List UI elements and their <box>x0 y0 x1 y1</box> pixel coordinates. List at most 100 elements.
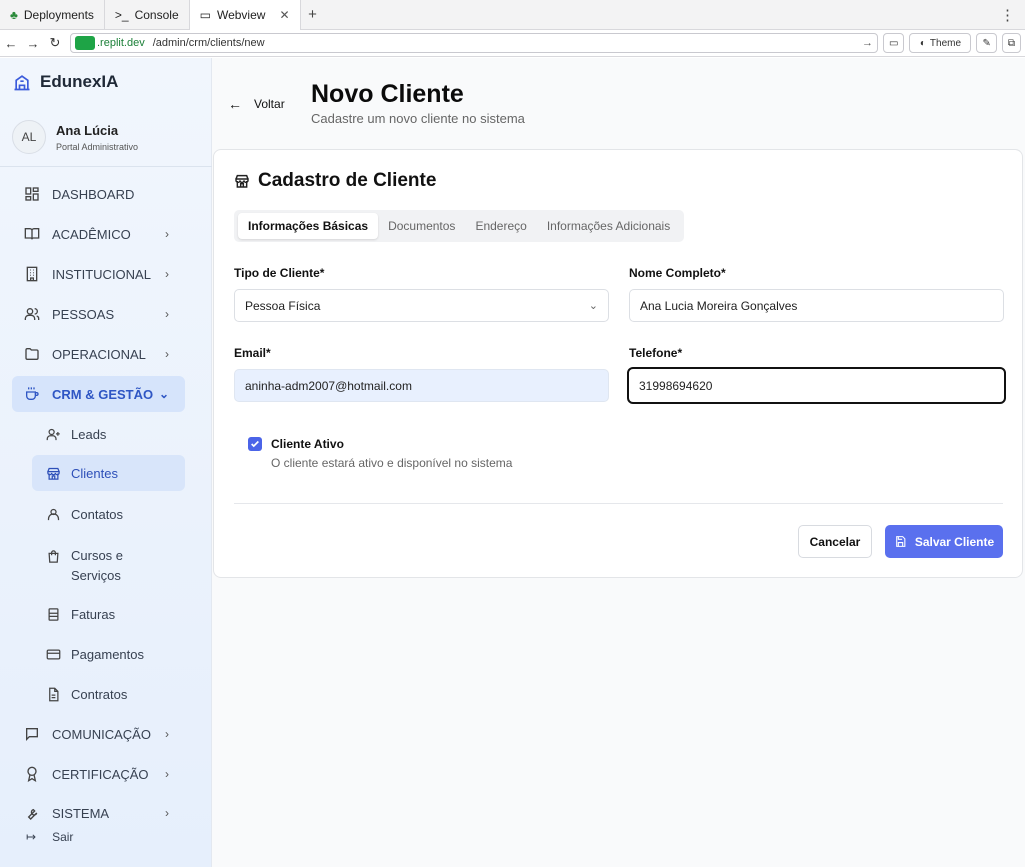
cancel-button[interactable]: Cancelar <box>798 525 872 558</box>
form-divider <box>234 503 1003 504</box>
tab-endereco[interactable]: Endereço <box>465 213 536 239</box>
store-icon <box>47 467 60 480</box>
brand-name: EdunexIA <box>40 72 119 91</box>
avatar: AL <box>12 120 46 154</box>
wrench-icon: ✎ <box>982 37 991 49</box>
chevron-right-icon: › <box>165 307 169 321</box>
sidebar-subitem-faturas[interactable]: Faturas <box>32 596 185 632</box>
tab-informacoes-adicionais[interactable]: Informações Adicionais <box>537 213 680 239</box>
chevron-right-icon: › <box>165 267 169 281</box>
label-line-1: Cursos e <box>71 548 124 563</box>
email-field[interactable]: aninha-adm2007@hotmail.com <box>234 369 609 402</box>
url-host-text: .replit.dev <box>97 37 145 49</box>
sidebar-divider <box>0 166 212 167</box>
theme-button[interactable]: ◐ Theme <box>909 33 972 53</box>
tipo-cliente-select[interactable]: Pessoa Física ⌄ <box>234 289 609 322</box>
theme-label: Theme <box>929 37 962 49</box>
sidebar-item-label: CERTIFICAÇÃO <box>52 766 149 782</box>
sidebar-subitem-label: Contatos <box>71 506 124 522</box>
nome-completo-value: Ana Lucia Moreira Gonçalves <box>640 298 798 313</box>
client-form-card: Cadastro de Cliente Informações Básicas … <box>213 149 1023 578</box>
cliente-ativo-label: Cliente Ativo <box>271 437 344 451</box>
cliente-ativo-description: O cliente estará ativo e disponível no s… <box>271 456 513 470</box>
sidebar-item-comunicacao[interactable]: COMUNICAÇÃO › <box>12 716 185 752</box>
sidebar-subitem-contratos[interactable]: Contratos <box>32 676 185 712</box>
monitor-icon: ▭ <box>199 7 211 22</box>
save-button-label: Salvar Cliente <box>914 534 995 549</box>
open-external-button[interactable]: ⧉ <box>1001 33 1021 53</box>
sidebar-item-institucional[interactable]: INSTITUCIONAL › <box>12 256 185 292</box>
sidebar-subitem-cursos-servicos[interactable]: Cursos e Serviços <box>32 542 185 586</box>
user-profile[interactable]: AL Ana Lúcia Portal Administrativo <box>12 120 138 154</box>
sidebar-subitem-pagamentos[interactable]: Pagamentos <box>32 636 185 672</box>
url-path: /admin/crm/clients/new <box>152 37 265 49</box>
sidebar-item-pessoas[interactable]: PESSOAS › <box>12 296 185 332</box>
sidebar-item-label: OPERACIONAL <box>52 346 146 362</box>
sidebar: EdunexIA AL Ana Lúcia Portal Administrat… <box>0 58 212 867</box>
forward-arrow-icon[interactable]: → <box>22 36 44 51</box>
brand-logo[interactable]: EdunexIA <box>12 72 118 92</box>
sidebar-subitem-clientes[interactable]: Clientes <box>32 455 185 491</box>
tab-deployments[interactable]: ♣ Deployments <box>0 0 105 30</box>
folder-icon <box>25 348 39 360</box>
replit-badge-icon <box>75 36 95 50</box>
sidebar-subitem-leads[interactable]: Leads <box>32 416 185 452</box>
email-label: Email* <box>234 346 271 360</box>
devtools-button[interactable]: ▭ <box>883 33 905 53</box>
monitor-icon: ▭ <box>889 37 899 49</box>
tab-webview[interactable]: ▭ Webview ✕ <box>189 0 301 30</box>
card-title-text: Cadastro de Cliente <box>258 170 437 191</box>
save-icon <box>895 536 906 547</box>
coffee-icon <box>26 387 39 400</box>
logout-button[interactable]: ↦ Sair <box>26 830 73 844</box>
receipt-icon <box>48 607 59 621</box>
arrow-left-icon: ← <box>228 96 242 112</box>
tab-console[interactable]: >_ Console <box>105 0 190 30</box>
logout-label: Sair <box>52 830 74 844</box>
sidebar-item-label: INSTITUCIONAL <box>52 266 151 282</box>
new-tab-button[interactable]: + <box>301 6 325 23</box>
users-icon <box>24 308 40 320</box>
tab-label: Console <box>134 7 179 22</box>
sidebar-subitem-contatos[interactable]: Contatos <box>32 496 185 532</box>
school-icon <box>14 75 30 91</box>
user-icon <box>47 508 60 520</box>
page-title: Novo Cliente <box>311 80 464 108</box>
telefone-value: 31998694620 <box>639 378 713 393</box>
cliente-ativo-checkbox[interactable] <box>248 437 262 451</box>
sidebar-item-label: CRM & GESTÃO <box>52 386 154 402</box>
back-button[interactable]: ← Voltar <box>228 96 285 112</box>
nome-completo-label: Nome Completo* <box>629 266 726 280</box>
page-subtitle: Cadastre um novo cliente no sistema <box>311 111 525 126</box>
sidebar-item-crm-gestao[interactable]: CRM & GESTÃO ⌄ <box>12 376 185 412</box>
chevron-right-icon: › <box>165 227 169 241</box>
tab-informacoes-basicas[interactable]: Informações Básicas <box>238 213 379 239</box>
close-tab-icon[interactable]: ✕ <box>279 8 289 22</box>
palette-icon: ◐ <box>919 37 926 49</box>
credit-card-icon <box>46 649 61 659</box>
chevron-right-icon: › <box>165 727 169 741</box>
user-name: Ana Lúcia <box>56 122 119 138</box>
sidebar-item-academico[interactable]: ACADÊMICO › <box>12 216 185 252</box>
log-out-icon: ↦ <box>26 830 37 844</box>
store-icon <box>235 174 249 188</box>
sidebar-item-operacional[interactable]: OPERACIONAL › <box>12 336 185 372</box>
chevron-right-icon: › <box>165 806 169 820</box>
sidebar-subitem-label: Cursos e Serviços <box>71 546 123 586</box>
nome-completo-input[interactable]: Ana Lucia Moreira Gonçalves <box>629 289 1004 322</box>
url-field[interactable]: .replit.dev /admin/crm/clients/new → <box>70 33 878 53</box>
save-client-button[interactable]: Salvar Cliente <box>885 525 1003 558</box>
reload-icon[interactable]: ↻ <box>44 35 66 51</box>
sidebar-item-certificacao[interactable]: CERTIFICAÇÃO › <box>12 756 185 792</box>
sidebar-item-dashboard[interactable]: DASHBOARD <box>12 176 185 212</box>
chevron-down-icon: ⌄ <box>588 300 598 312</box>
tab-documentos[interactable]: Documentos <box>378 213 465 239</box>
chevron-down-icon: ⌄ <box>158 387 169 401</box>
back-arrow-icon[interactable]: ← <box>0 36 22 51</box>
sidebar-item-sistema[interactable]: SISTEMA › <box>12 795 185 831</box>
telefone-input[interactable]: 31998694620 <box>627 367 1006 404</box>
more-menu-icon[interactable]: ⋮ <box>990 6 1025 24</box>
wrench-button[interactable]: ✎ <box>976 33 997 53</box>
shopping-bag-icon <box>48 550 59 563</box>
go-arrow-icon[interactable]: → <box>862 37 873 49</box>
